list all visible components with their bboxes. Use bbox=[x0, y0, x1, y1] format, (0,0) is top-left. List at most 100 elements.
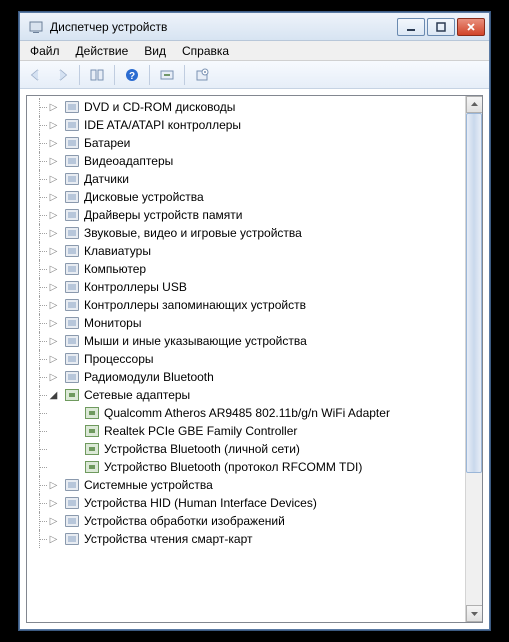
expand-icon[interactable]: ▷ bbox=[47, 137, 60, 150]
tree-item[interactable]: ◢ Сетевые адаптеры bbox=[29, 386, 464, 404]
tree-item-label: Батареи bbox=[84, 134, 130, 152]
app-icon bbox=[28, 19, 44, 35]
expand-icon[interactable]: ▷ bbox=[47, 317, 60, 330]
tree-item-label: Сетевые адаптеры bbox=[84, 386, 190, 404]
nav-forward-button bbox=[50, 63, 74, 87]
tree-item[interactable]: ▷ Батареи bbox=[29, 134, 464, 152]
tree-child-item[interactable]: Устройства Bluetooth (личной сети) bbox=[29, 440, 464, 458]
system-icon bbox=[64, 477, 80, 493]
disc-icon bbox=[64, 99, 80, 115]
expand-icon[interactable]: ▷ bbox=[47, 119, 60, 132]
scroll-up-button[interactable] bbox=[466, 96, 483, 113]
expand-icon[interactable]: ▷ bbox=[47, 533, 60, 546]
tree-item[interactable]: ▷Радиомодули Bluetooth bbox=[29, 368, 464, 386]
nic-icon bbox=[84, 405, 100, 421]
expand-icon[interactable]: ▷ bbox=[47, 515, 60, 528]
tree-item-label: Датчики bbox=[84, 170, 129, 188]
expand-icon[interactable]: ▷ bbox=[47, 227, 60, 240]
properties-button[interactable] bbox=[190, 63, 214, 87]
sound-icon bbox=[64, 225, 80, 241]
tree-item[interactable]: ▷Устройства обработки изображений bbox=[29, 512, 464, 530]
tree-item[interactable]: ▷Мыши и иные указывающие устройства bbox=[29, 332, 464, 350]
expand-icon[interactable]: ▷ bbox=[47, 209, 60, 222]
tree-line bbox=[33, 224, 47, 242]
tree-item[interactable]: ▷Контроллеры USB bbox=[29, 278, 464, 296]
expand-icon[interactable]: ▷ bbox=[47, 479, 60, 492]
device-tree[interactable]: ▷DVD и CD-ROM дисководы▷IDE ATA/ATAPI ко… bbox=[29, 98, 464, 620]
tree-item[interactable]: ▷Мониторы bbox=[29, 314, 464, 332]
expand-icon[interactable]: ▷ bbox=[47, 155, 60, 168]
titlebar[interactable]: Диспетчер устройств bbox=[20, 13, 489, 41]
tree-item-label: Компьютер bbox=[84, 260, 146, 278]
expand-icon[interactable]: ▷ bbox=[47, 371, 60, 384]
network-icon bbox=[64, 387, 80, 403]
tree-item[interactable]: ▷Драйверы устройств памяти bbox=[29, 206, 464, 224]
scroll-down-button[interactable] bbox=[466, 605, 483, 622]
toolbar-separator bbox=[114, 65, 115, 85]
tree-item-label: Устройства чтения смарт-карт bbox=[84, 530, 252, 548]
scroll-thumb[interactable] bbox=[466, 113, 482, 473]
tree-line bbox=[33, 512, 47, 530]
tree-item[interactable]: ▷ Компьютер bbox=[29, 260, 464, 278]
show-hidden-button[interactable] bbox=[85, 63, 109, 87]
tree-child-item[interactable]: Realtek PCIe GBE Family Controller bbox=[29, 422, 464, 440]
tree-line bbox=[33, 116, 47, 134]
nic-icon bbox=[84, 423, 100, 439]
expand-icon[interactable]: ▷ bbox=[47, 263, 60, 276]
tree-item[interactable]: ▷Устройства HID (Human Interface Devices… bbox=[29, 494, 464, 512]
tree-item[interactable]: ▷IDE ATA/ATAPI контроллеры bbox=[29, 116, 464, 134]
tree-item[interactable]: ▷ Процессоры bbox=[29, 350, 464, 368]
mouse-icon bbox=[64, 333, 80, 349]
tree-line bbox=[33, 206, 47, 224]
nav-back-button bbox=[24, 63, 48, 87]
expand-icon[interactable]: ▷ bbox=[47, 353, 60, 366]
help-button[interactable]: ? bbox=[120, 63, 144, 87]
tree-item[interactable]: ▷Клавиатуры bbox=[29, 242, 464, 260]
hid-icon bbox=[64, 495, 80, 511]
tree-item[interactable]: ▷ Датчики bbox=[29, 170, 464, 188]
menu-file[interactable]: Файл bbox=[22, 42, 68, 60]
tree-item-label: Qualcomm Atheros AR9485 802.11b/g/n WiFi… bbox=[104, 404, 390, 422]
usb-icon bbox=[64, 279, 80, 295]
tree-item[interactable]: ▷Видеоадаптеры bbox=[29, 152, 464, 170]
tree-line bbox=[33, 368, 47, 386]
tree-child-item[interactable]: Устройство Bluetooth (протокол RFCOMM TD… bbox=[29, 458, 464, 476]
expand-icon[interactable]: ▷ bbox=[47, 191, 60, 204]
tree-item[interactable]: ▷Системные устройства bbox=[29, 476, 464, 494]
window-title: Диспетчер устройств bbox=[50, 20, 397, 34]
bluetooth-icon bbox=[64, 369, 80, 385]
tree-item[interactable]: ▷Контроллеры запоминающих устройств bbox=[29, 296, 464, 314]
menu-view[interactable]: Вид bbox=[136, 42, 174, 60]
menu-help[interactable]: Справка bbox=[174, 42, 237, 60]
toolbar-separator bbox=[184, 65, 185, 85]
tree-item[interactable]: ▷Звуковые, видео и игровые устройства bbox=[29, 224, 464, 242]
expand-icon[interactable]: ▷ bbox=[47, 299, 60, 312]
expand-icon[interactable]: ▷ bbox=[47, 245, 60, 258]
expand-icon[interactable]: ▷ bbox=[47, 101, 60, 114]
tree-leaf-spacer bbox=[67, 443, 80, 456]
menu-action[interactable]: Действие bbox=[68, 42, 137, 60]
tree-panel: ▷DVD и CD-ROM дисководы▷IDE ATA/ATAPI ко… bbox=[26, 95, 483, 623]
tree-item[interactable]: ▷ Устройства чтения смарт-карт bbox=[29, 530, 464, 548]
sensor-icon bbox=[64, 171, 80, 187]
vertical-scrollbar[interactable] bbox=[465, 96, 482, 622]
tree-line bbox=[33, 242, 47, 260]
expand-icon[interactable]: ▷ bbox=[47, 173, 60, 186]
close-button[interactable] bbox=[457, 18, 485, 36]
scan-hardware-button[interactable] bbox=[155, 63, 179, 87]
tree-line bbox=[33, 404, 67, 422]
tree-child-item[interactable]: Qualcomm Atheros AR9485 802.11b/g/n WiFi… bbox=[29, 404, 464, 422]
tree-line bbox=[33, 422, 67, 440]
expand-icon[interactable]: ▷ bbox=[47, 335, 60, 348]
expand-icon[interactable]: ▷ bbox=[47, 497, 60, 510]
tree-line bbox=[33, 476, 47, 494]
collapse-icon[interactable]: ◢ bbox=[47, 389, 60, 402]
display-icon bbox=[64, 153, 80, 169]
imaging-icon bbox=[64, 513, 80, 529]
tree-item[interactable]: ▷DVD и CD-ROM дисководы bbox=[29, 98, 464, 116]
tree-item-label: Процессоры bbox=[84, 350, 154, 368]
tree-item[interactable]: ▷Дисковые устройства bbox=[29, 188, 464, 206]
maximize-button[interactable] bbox=[427, 18, 455, 36]
expand-icon[interactable]: ▷ bbox=[47, 281, 60, 294]
minimize-button[interactable] bbox=[397, 18, 425, 36]
